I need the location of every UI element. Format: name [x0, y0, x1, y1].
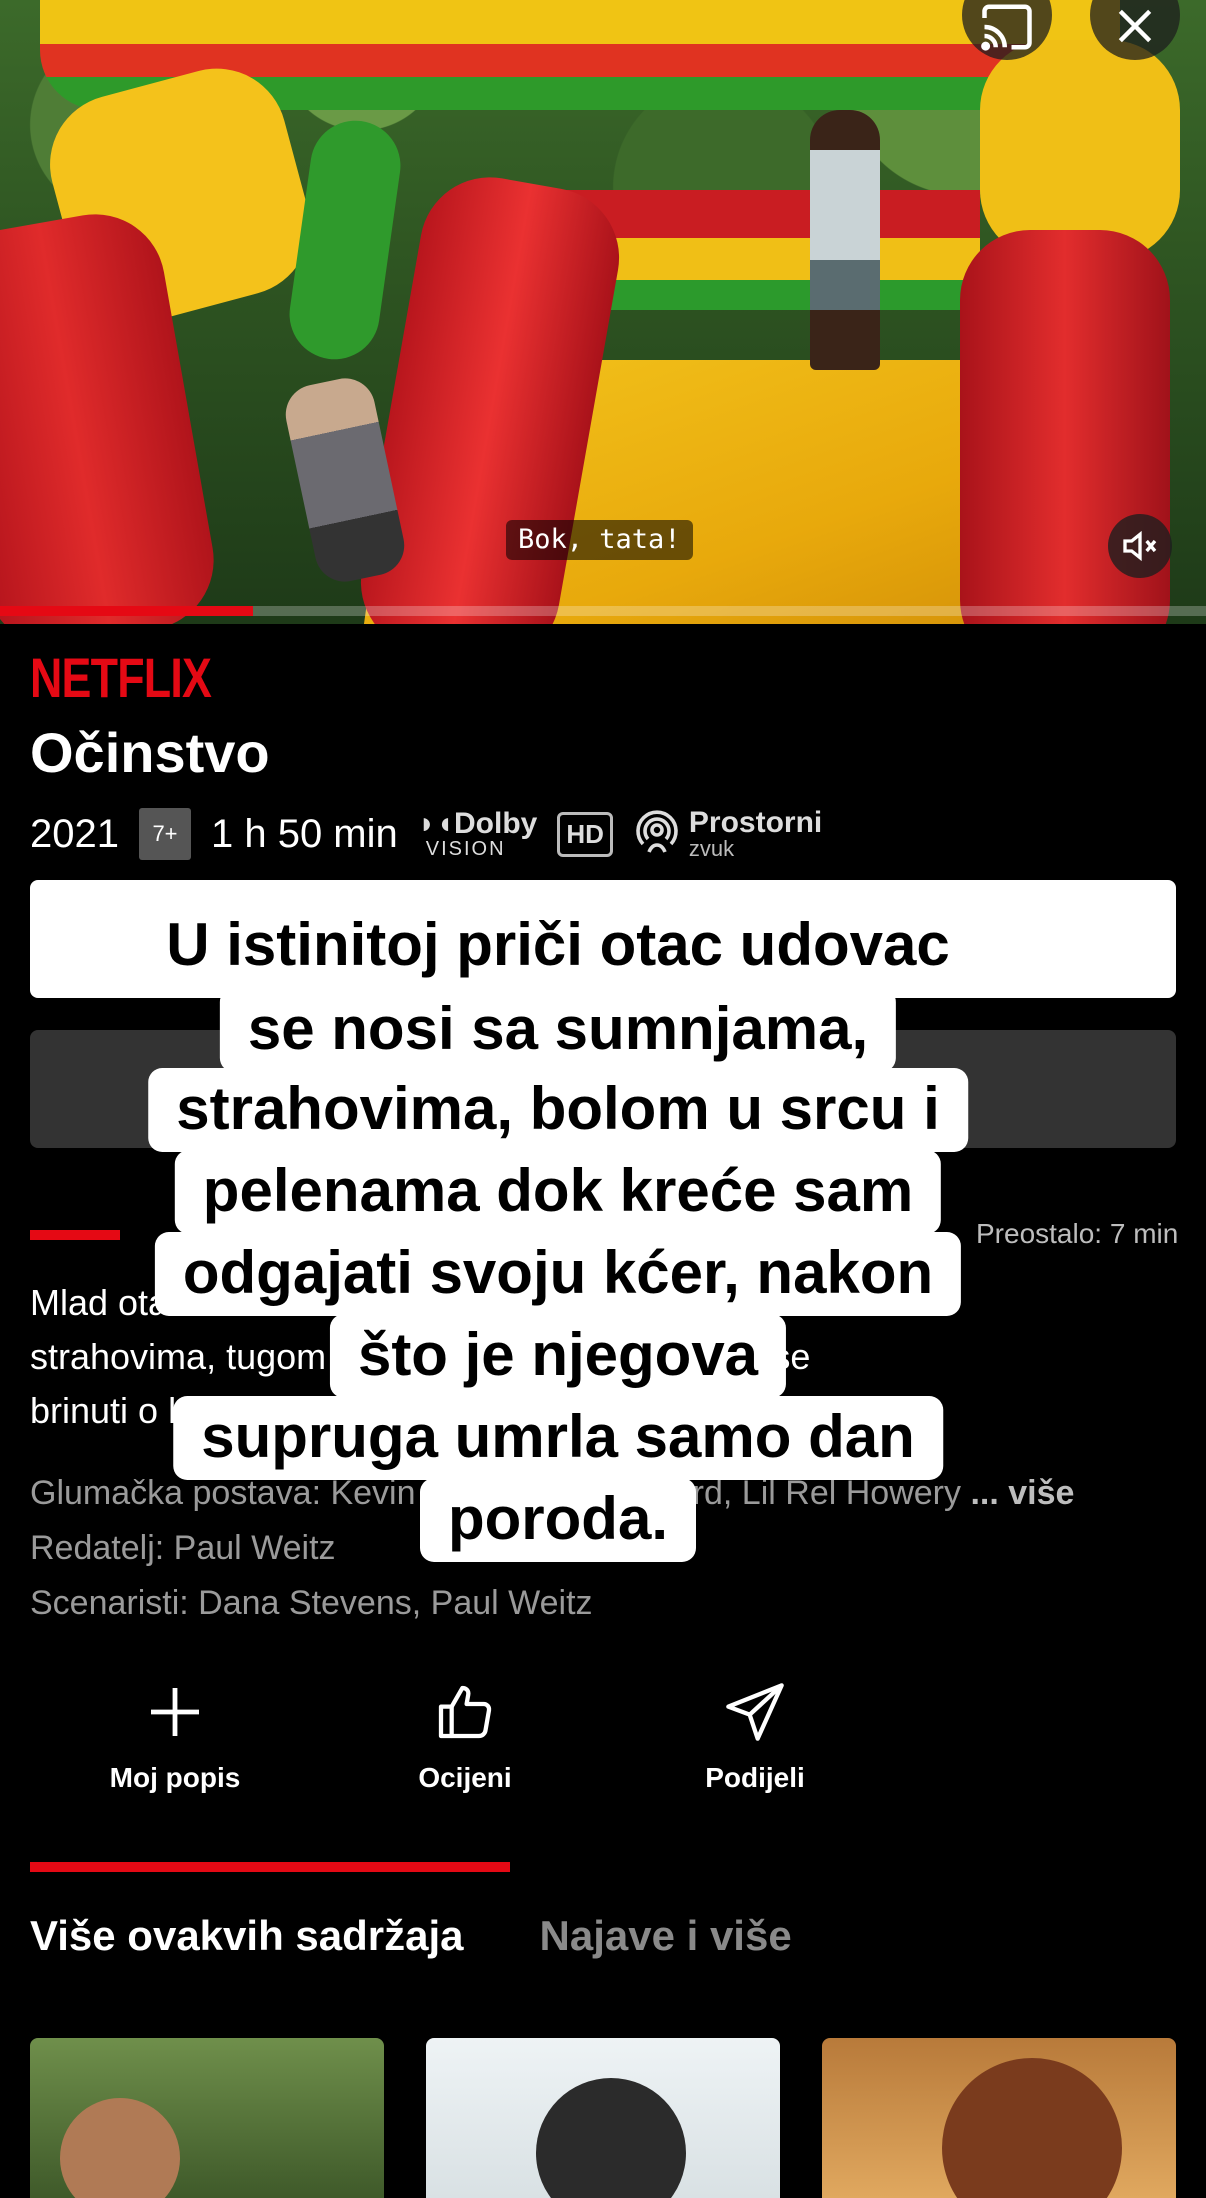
- caption-line: što je njegova: [329, 1314, 787, 1398]
- video-frame-decor: [810, 110, 880, 370]
- mute-button[interactable]: [1108, 514, 1172, 578]
- video-frame-decor: [560, 190, 980, 310]
- speaker-muted-icon: [1123, 530, 1157, 562]
- spatial-audio-label: Prostorni: [688, 806, 823, 839]
- caption-line: pelenama dok kreće sam: [174, 1150, 942, 1234]
- remaining-time: Preostalo: 7 min: [976, 1218, 1179, 1249]
- video-progress-fill: [0, 606, 254, 616]
- caption-line: se nosi sa sumnjama,: [219, 988, 897, 1072]
- spatial-audio-icon: [636, 810, 678, 853]
- more-cast-link[interactable]: ... više: [970, 1474, 1074, 1512]
- cast-icon: [981, 4, 1032, 51]
- dolby-vision-badge: ◗◖Dolby VISION: [417, 807, 538, 860]
- recommendation-thumbnail[interactable]: [822, 2038, 1176, 2198]
- recommendation-thumbnail[interactable]: [30, 2038, 384, 2198]
- share-label: Podijeli: [705, 1762, 805, 1793]
- page-title: Očinstvo: [30, 721, 270, 784]
- age-rating-badge: 7+: [138, 808, 191, 860]
- caption-line: poroda.: [420, 1478, 696, 1562]
- rate-label: Ocijeni: [418, 1762, 512, 1793]
- video-progress-bar[interactable]: [0, 606, 1206, 616]
- active-tab-indicator: [30, 1862, 510, 1872]
- hd-badge: HD: [557, 811, 613, 857]
- netflix-logo: NETFLIX: [30, 646, 212, 709]
- plus-icon: [151, 1688, 199, 1736]
- title-metadata: 2021 7+ 1 h 50 min ◗◖Dolby VISION HD Pro…: [30, 804, 822, 864]
- tab-more-like-this[interactable]: Više ovakvih sadržaja: [30, 1912, 464, 1960]
- share-button[interactable]: Podijeli: [610, 1680, 900, 1794]
- tab-trailers[interactable]: Najave i više: [540, 1912, 792, 1960]
- spatial-audio-badge: Prostorni zvuk: [633, 808, 822, 860]
- my-list-label: Moj popis: [109, 1762, 241, 1793]
- video-player[interactable]: Bok, tata!: [0, 0, 1206, 624]
- rate-button[interactable]: Ocijeni: [320, 1680, 610, 1794]
- recommendation-thumbnail[interactable]: [426, 2038, 780, 2198]
- content-tabs: Više ovakvih sadržaja Najave i više: [30, 1912, 792, 1960]
- thumbs-up-icon: [438, 1685, 492, 1739]
- episode-progress-bar: [30, 1230, 120, 1240]
- close-icon: [1118, 9, 1152, 43]
- duration: 1 h 50 min: [210, 811, 398, 856]
- spatial-audio-sub-label: zvuk: [688, 836, 735, 861]
- caption-line: odgajati svoju kćer, nakon: [154, 1232, 962, 1316]
- video-subtitle: Bok, tata!: [506, 520, 693, 560]
- recommendations-row: [30, 2038, 1176, 2198]
- caption-line: U istinitoj priči otac udovac: [138, 904, 978, 988]
- send-icon: [726, 1683, 784, 1741]
- action-bar: Moj popis Ocijeni Podijeli: [30, 1680, 900, 1794]
- video-frame-decor: [980, 40, 1180, 260]
- dolby-sub-label: VISION: [425, 838, 506, 860]
- caption-line: supruga umrla samo dan: [173, 1396, 943, 1480]
- dolby-label: ◗◖Dolby: [417, 807, 538, 840]
- my-list-button[interactable]: Moj popis: [30, 1680, 320, 1794]
- release-year: 2021: [30, 811, 119, 856]
- writers: Scenaristi: Dana Stevens, Paul Weitz: [30, 1584, 593, 1622]
- caption-line: strahovima, bolom u srcu i: [148, 1068, 968, 1152]
